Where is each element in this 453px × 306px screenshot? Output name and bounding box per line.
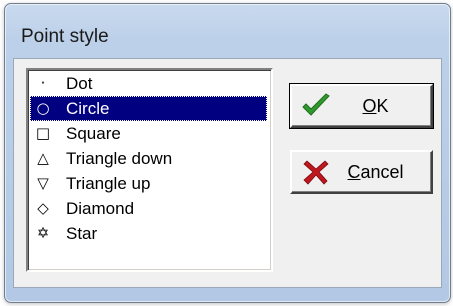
list-item-star[interactable]: ✡ Star — [30, 221, 267, 246]
dot-glyph-icon: · — [40, 74, 46, 92]
list-item-triangle-down[interactable]: △ Triangle down — [30, 146, 267, 171]
point-style-dialog: Point style · Dot ○ Circle □ Square △ Tr… — [4, 3, 451, 303]
list-item-label: Star — [66, 223, 98, 243]
list-item-label: Dot — [66, 73, 93, 93]
list-item-triangle-up[interactable]: ▽ Triangle up — [30, 171, 267, 196]
star-of-david-glyph-icon: ✡ — [36, 224, 50, 242]
list-item-diamond[interactable]: ◇ Diamond — [30, 196, 267, 221]
list-item-dot[interactable]: · Dot — [30, 71, 267, 96]
triangle-outline-glyph-icon: △ — [37, 149, 49, 167]
dialog-title: Point style — [21, 26, 109, 47]
list-item-label: Diamond — [66, 198, 135, 218]
diamond-glyph-icon: ◇ — [37, 199, 49, 217]
x-icon — [292, 159, 340, 185]
ok-button-label: OK — [362, 95, 389, 116]
list-item-label: Circle — [66, 98, 110, 118]
cancel-button[interactable]: Cancel — [290, 150, 433, 194]
list-item-label: Triangle up — [66, 173, 151, 193]
square-glyph-icon: □ — [35, 124, 51, 142]
list-item-circle[interactable]: ○ Circle — [30, 96, 267, 121]
list-item-label: Triangle down — [66, 148, 173, 168]
circle-glyph-icon: ○ — [36, 99, 50, 117]
list-item-square[interactable]: □ Square — [30, 121, 267, 146]
dialog-client-area: · Dot ○ Circle □ Square △ Triangle down … — [13, 58, 442, 288]
list-item-label: Square — [66, 123, 121, 143]
triangle-down-outline-glyph-icon: ▽ — [37, 174, 49, 192]
point-style-listbox[interactable]: · Dot ○ Circle □ Square △ Triangle down … — [26, 68, 273, 272]
cancel-button-label: Cancel — [347, 161, 404, 182]
check-icon — [292, 93, 340, 119]
ok-button[interactable]: OK — [289, 83, 434, 129]
